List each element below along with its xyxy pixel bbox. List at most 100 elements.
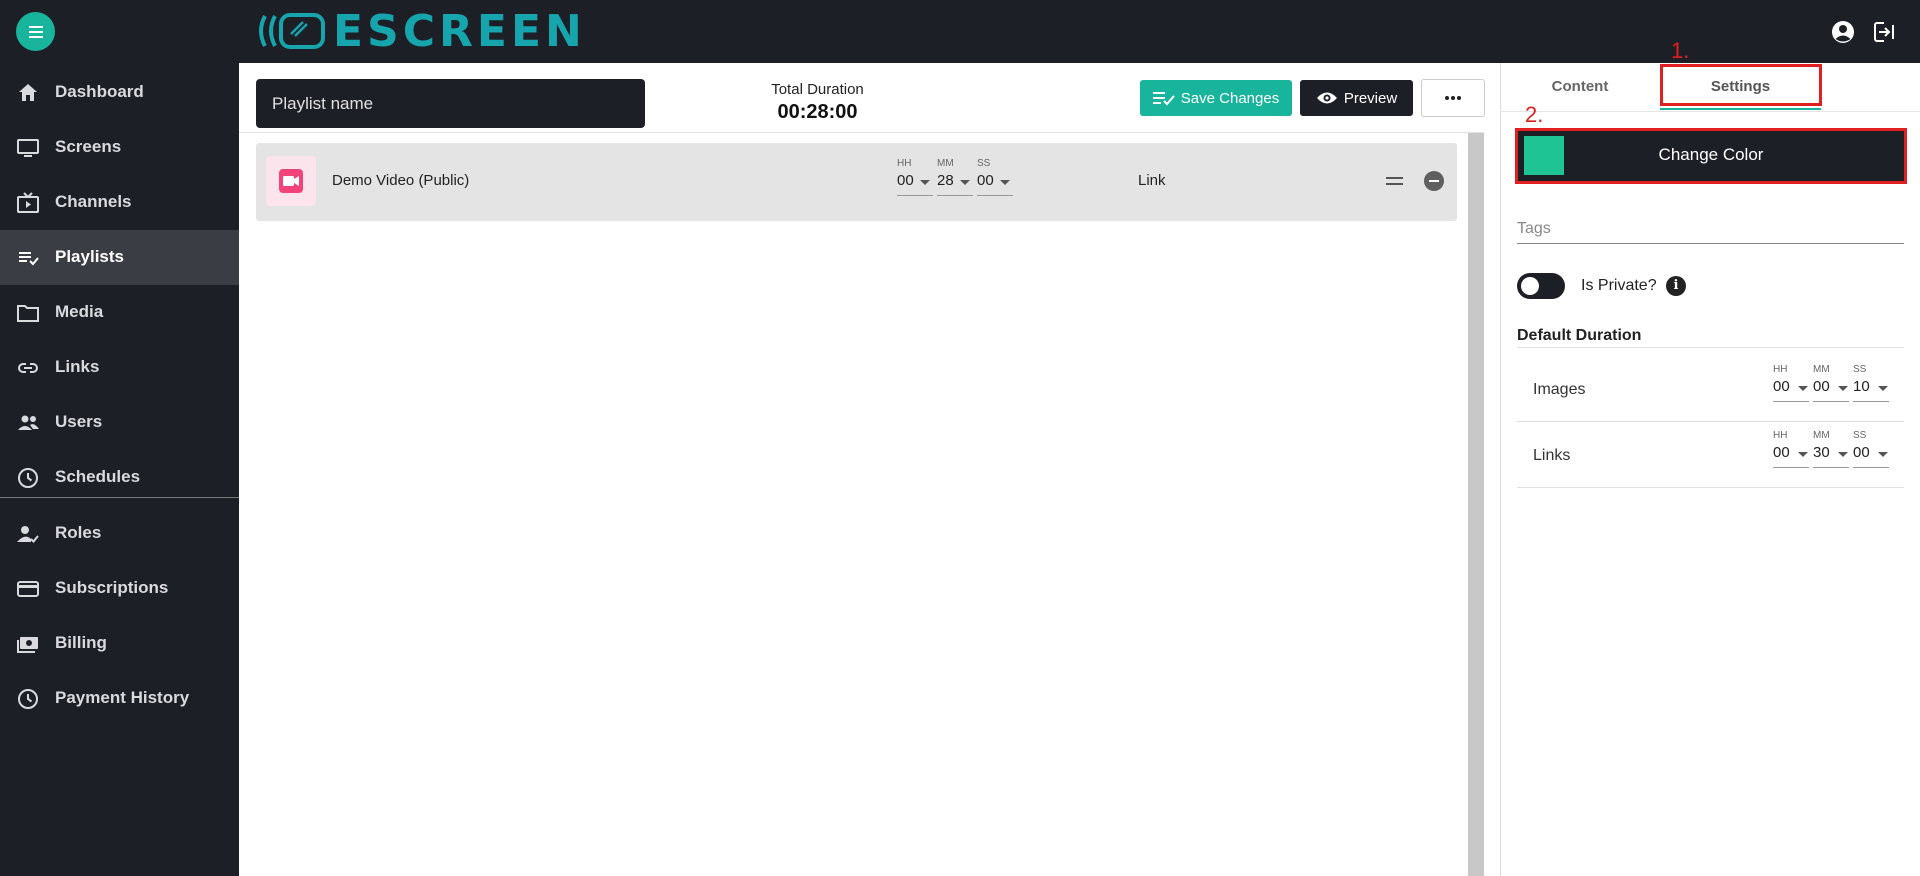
drag-handle-icon[interactable]	[1386, 177, 1403, 185]
links-hours-select[interactable]: HH 00	[1773, 430, 1809, 470]
monitor-icon	[17, 139, 39, 157]
chevron-down-icon	[1000, 180, 1010, 185]
mm-value: 28	[937, 172, 954, 189]
home-icon	[19, 84, 37, 101]
toolbar-divider	[239, 132, 1485, 133]
logout-icon[interactable]	[1872, 20, 1896, 44]
preview-label: Preview	[1343, 89, 1398, 107]
total-duration-label: Total Duration	[771, 81, 864, 98]
divider	[1517, 487, 1904, 488]
playlist-item-row[interactable]: Demo Video (Public) HH 00 MM 28 SS 00 Li…	[256, 143, 1457, 221]
item-minutes-select[interactable]: MM 28	[937, 158, 973, 198]
sidebar-item-payment-history[interactable]: Payment History	[0, 671, 239, 726]
annotation-step-2: 2.	[1525, 102, 1544, 127]
images-minutes-select[interactable]: MM 00	[1813, 364, 1849, 404]
sidebar-item-label: Billing	[55, 633, 107, 652]
channel-icon	[17, 192, 39, 213]
tags-input[interactable]	[1517, 214, 1904, 244]
is-private-toggle[interactable]	[1517, 273, 1565, 299]
item-hours-select[interactable]: HH 00	[897, 158, 933, 198]
chevron-down-icon	[1878, 452, 1888, 457]
divider	[1517, 347, 1904, 348]
link-icon	[18, 363, 38, 373]
sidebar-item-users[interactable]: Users	[0, 395, 239, 450]
menu-button[interactable]	[16, 12, 55, 51]
sidebar-item-label: Dashboard	[55, 82, 144, 101]
sidebar-item-label: Roles	[55, 523, 102, 542]
playlist-check-icon	[1152, 92, 1175, 106]
playlist-name-input[interactable]: Playlist name	[256, 79, 645, 128]
sidebar-item-playlists[interactable]: Playlists	[0, 230, 239, 285]
history-icon	[18, 689, 38, 709]
sidebar-item-channels[interactable]: Channels	[0, 175, 239, 230]
playlist-item-link[interactable]: Link	[1138, 172, 1166, 189]
menu-icon	[28, 25, 43, 38]
account-icon[interactable]	[1831, 20, 1855, 44]
divider	[1517, 421, 1904, 422]
hh-caption: HH	[897, 158, 912, 169]
playlist-item-title: Demo Video (Public)	[332, 172, 470, 189]
chevron-down-icon	[1878, 386, 1888, 391]
sidebar-item-subscriptions[interactable]: Subscriptions	[0, 561, 239, 616]
hh-value: 00	[1773, 378, 1790, 395]
ss-caption: SS	[1853, 364, 1867, 375]
sidebar-item-media[interactable]: Media	[0, 285, 239, 340]
settings-tab-highlight	[1660, 64, 1822, 106]
chevron-down-icon	[960, 180, 970, 185]
hh-value: 00	[1773, 444, 1790, 461]
chevron-down-icon	[1798, 452, 1808, 457]
hh-caption: HH	[1773, 364, 1788, 375]
preview-button[interactable]: Preview	[1300, 80, 1413, 116]
role-icon	[17, 526, 39, 543]
card-icon	[17, 581, 39, 597]
images-hours-select[interactable]: HH 00	[1773, 364, 1809, 404]
sidebar-item-label: Payment History	[55, 688, 190, 707]
mm-caption: MM	[1813, 430, 1830, 441]
chevron-down-icon	[1838, 386, 1848, 391]
playlist-icon	[19, 252, 39, 266]
mm-value: 30	[1813, 444, 1830, 461]
hh-value: 00	[897, 172, 914, 189]
sidebar-item-roles[interactable]: Roles	[0, 506, 239, 561]
links-minutes-select[interactable]: MM 30	[1813, 430, 1849, 470]
images-seconds-select[interactable]: SS 10	[1853, 364, 1889, 404]
sidebar-item-label: Media	[55, 302, 104, 321]
billing-icon	[17, 637, 38, 653]
sidebar-item-links[interactable]: Links	[0, 340, 239, 395]
remove-item-button[interactable]	[1424, 171, 1444, 191]
chevron-down-icon	[920, 180, 930, 185]
top-bar: ESCREEN	[0, 0, 1920, 63]
folder-icon	[17, 305, 39, 322]
mm-caption: MM	[937, 158, 954, 169]
change-color-highlight	[1515, 128, 1907, 184]
chevron-down-icon	[1838, 452, 1848, 457]
info-icon[interactable]: i	[1666, 276, 1686, 296]
duration-row-images-label: Images	[1533, 381, 1586, 398]
hh-caption: HH	[1773, 430, 1788, 441]
sidebar-item-dashboard[interactable]: Dashboard	[0, 65, 239, 120]
sidebar-item-billing[interactable]: Billing	[0, 616, 239, 671]
logo-icon	[259, 13, 325, 49]
sidebar-item-label: Channels	[55, 192, 132, 211]
links-seconds-select[interactable]: SS 00	[1853, 430, 1889, 470]
media-type-thumbnail	[266, 156, 316, 206]
total-duration-value: 00:28:00	[777, 101, 858, 123]
more-options-button[interactable]	[1421, 79, 1485, 117]
is-private-label: Is Private?	[1581, 277, 1657, 294]
mm-value: 00	[1813, 378, 1830, 395]
active-tab-indicator	[1660, 108, 1821, 110]
sidebar-item-label: Schedules	[55, 467, 141, 486]
chevron-down-icon	[1798, 386, 1808, 391]
sidebar-divider	[0, 497, 239, 498]
ss-value: 00	[977, 172, 994, 189]
sidebar: Dashboard Screens Channels Playlists Med…	[0, 63, 239, 876]
sidebar-item-screens[interactable]: Screens	[0, 120, 239, 175]
tab-content[interactable]: Content	[1500, 78, 1660, 108]
item-seconds-select[interactable]: SS 00	[977, 158, 1013, 198]
scrollbar[interactable]	[1468, 133, 1484, 876]
sidebar-item-label: Screens	[55, 137, 122, 156]
sidebar-item-label: Users	[55, 412, 103, 431]
sidebar-item-label: Playlists	[55, 247, 124, 266]
ss-value: 10	[1853, 378, 1870, 395]
save-changes-button[interactable]: Save Changes	[1140, 80, 1292, 116]
